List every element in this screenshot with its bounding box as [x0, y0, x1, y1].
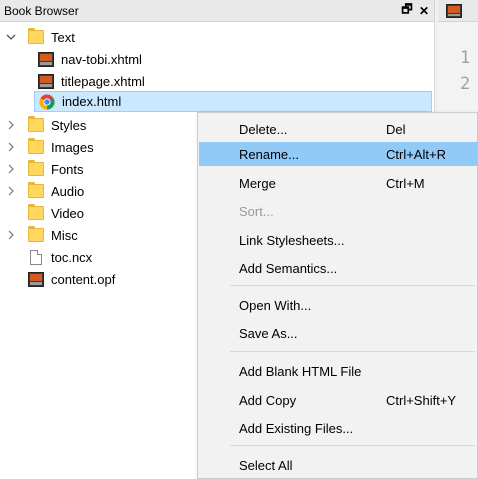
menu-item-label: Add Semantics...	[239, 260, 338, 276]
menu-item-merge[interactable]: Merge Ctrl+M	[199, 171, 478, 195]
tree-file-titlepage[interactable]: titlepage.xhtml	[38, 70, 145, 92]
chevron-right-icon[interactable]	[6, 186, 16, 196]
menu-item-label: Merge	[239, 175, 276, 191]
line-number: 2	[460, 74, 471, 94]
menu-item-delete[interactable]: Delete... Del	[199, 117, 478, 141]
sigil-file-icon	[28, 271, 44, 287]
chrome-browser-icon	[39, 94, 55, 109]
file-icon	[30, 249, 42, 265]
menu-separator	[230, 351, 475, 352]
menu-item-save-as[interactable]: Save As...	[199, 321, 478, 345]
tree-file-nav-tobi[interactable]: nav-tobi.xhtml	[38, 48, 142, 70]
menu-item-label: Add Copy	[239, 392, 297, 408]
line-number: 1	[460, 48, 471, 68]
chevron-right-icon[interactable]	[6, 142, 16, 152]
menu-item-label: Add Blank HTML File	[239, 363, 362, 379]
tree-item-label: Misc	[51, 227, 78, 243]
folder-icon	[28, 28, 44, 44]
editor-tab[interactable]	[438, 0, 478, 22]
menu-item-link-stylesheets[interactable]: Link Stylesheets...	[199, 228, 478, 252]
folder-icon	[28, 204, 44, 220]
menu-item-shortcut: Ctrl+Shift+Y	[386, 392, 457, 408]
close-panel-icon[interactable]: ✕	[417, 4, 431, 18]
menu-item-label: Rename...	[239, 146, 299, 162]
menu-item-label: Select All	[239, 457, 293, 473]
menu-item-sort-disabled: Sort...	[199, 199, 478, 223]
menu-item-open-with[interactable]: Open With...	[199, 293, 478, 317]
menu-separator	[230, 445, 475, 446]
tree-folder-images[interactable]: Images	[6, 136, 94, 158]
tree-item-label: index.html	[62, 94, 122, 109]
tree-folder-audio[interactable]: Audio	[6, 180, 84, 202]
tree-item-label: Fonts	[51, 161, 84, 177]
folder-icon	[28, 116, 44, 132]
sigil-file-icon	[446, 4, 462, 18]
book-browser-header: Book Browser 🗗 ✕	[0, 0, 434, 22]
tree-folder-fonts[interactable]: Fonts	[6, 158, 84, 180]
tree-item-label: Text	[51, 29, 75, 45]
chevron-right-icon[interactable]	[6, 120, 16, 130]
tree-item-label: Video	[51, 205, 85, 221]
sigil-file-icon	[38, 73, 54, 89]
tree-folder-styles[interactable]: Styles	[6, 114, 86, 136]
float-panel-icon[interactable]: 🗗	[400, 2, 414, 18]
menu-item-label: Delete...	[239, 121, 288, 137]
menu-item-label: Add Existing Files...	[239, 420, 354, 436]
tree-folder-video[interactable]: Video	[28, 202, 84, 224]
tree-folder-misc[interactable]: Misc	[6, 224, 78, 246]
tree-item-label: nav-tobi.xhtml	[61, 51, 142, 67]
tree-file-index-selected[interactable]: index.html	[34, 91, 432, 112]
menu-item-label: Open With...	[239, 297, 312, 313]
tree-file-content-opf[interactable]: content.opf	[28, 268, 115, 290]
chevron-right-icon[interactable]	[6, 230, 16, 240]
menu-separator	[230, 285, 475, 286]
folder-icon	[28, 226, 44, 242]
menu-item-rename[interactable]: Rename... Ctrl+Alt+R	[199, 142, 478, 166]
folder-icon	[28, 138, 44, 154]
menu-item-label: Sort...	[239, 203, 274, 219]
tree-item-label: Styles	[51, 117, 87, 133]
menu-item-label: Link Stylesheets...	[239, 232, 345, 248]
folder-icon	[28, 160, 44, 176]
menu-item-shortcut: Ctrl+Alt+R	[386, 146, 446, 162]
panel-title: Book Browser	[4, 3, 79, 18]
tree-file-toc[interactable]: toc.ncx	[30, 246, 92, 268]
menu-item-add-existing[interactable]: Add Existing Files...	[199, 416, 478, 440]
menu-item-shortcut: Ctrl+M	[386, 175, 425, 191]
menu-item-shortcut: Del	[386, 121, 406, 137]
tree-folder-text[interactable]: Text	[6, 26, 75, 48]
chevron-down-icon[interactable]	[6, 32, 16, 42]
menu-item-add-blank-html[interactable]: Add Blank HTML File	[199, 359, 478, 383]
tree-item-label: Audio	[51, 183, 85, 199]
folder-icon	[28, 182, 44, 198]
tree-item-label: content.opf	[51, 271, 116, 287]
tree-item-label: toc.ncx	[51, 249, 93, 265]
context-menu: Delete... Del Rename... Ctrl+Alt+R Merge…	[197, 112, 478, 479]
sigil-file-icon	[38, 51, 54, 67]
menu-item-label: Save As...	[239, 325, 298, 341]
menu-item-select-all[interactable]: Select All	[199, 453, 478, 477]
menu-item-add-semantics[interactable]: Add Semantics...	[199, 256, 478, 280]
tree-item-label: Images	[51, 139, 94, 155]
chevron-right-icon[interactable]	[6, 164, 16, 174]
tree-item-label: titlepage.xhtml	[61, 73, 145, 89]
menu-item-add-copy[interactable]: Add Copy Ctrl+Shift+Y	[199, 388, 478, 412]
